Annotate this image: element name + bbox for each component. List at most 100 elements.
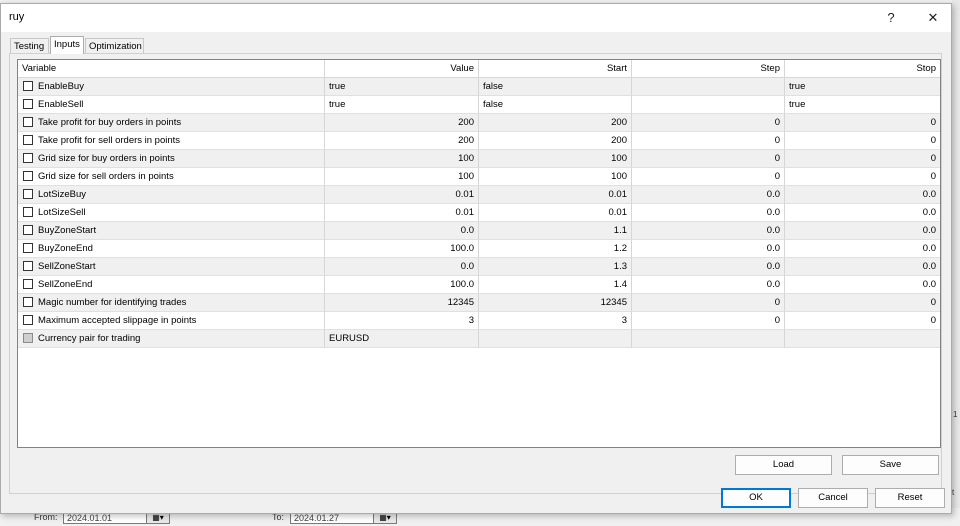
- cell-stop[interactable]: 0: [785, 150, 940, 168]
- cell-value[interactable]: 0.01: [325, 204, 479, 222]
- column-header-start[interactable]: Start: [479, 60, 632, 78]
- table-row[interactable]: Maximum accepted slippage in points 3 3 0 0: [18, 312, 940, 330]
- cell-stop[interactable]: 0.0: [785, 222, 940, 240]
- cell-value[interactable]: 3: [325, 312, 479, 330]
- row-checkbox[interactable]: [23, 171, 33, 181]
- cell-start[interactable]: 0.01: [479, 204, 632, 222]
- row-checkbox[interactable]: [23, 117, 33, 127]
- table-row[interactable]: EnableBuy true false true: [18, 78, 940, 96]
- row-checkbox[interactable]: [23, 81, 33, 91]
- cell-step[interactable]: 0.0: [632, 222, 785, 240]
- cell-step[interactable]: 0.0: [632, 258, 785, 276]
- cell-start[interactable]: 200: [479, 132, 632, 150]
- cell-value[interactable]: 100.0: [325, 240, 479, 258]
- table-row[interactable]: EnableSell true false true: [18, 96, 940, 114]
- table-row[interactable]: Magic number for identifying trades 12345…: [18, 294, 940, 312]
- cell-step[interactable]: 0.0: [632, 240, 785, 258]
- cell-variable[interactable]: SellZoneStart: [18, 258, 325, 276]
- row-checkbox[interactable]: [23, 243, 33, 253]
- cell-stop[interactable]: 0.0: [785, 240, 940, 258]
- cell-stop[interactable]: true: [785, 96, 940, 114]
- cell-variable[interactable]: LotSizeBuy: [18, 186, 325, 204]
- tab-optimization[interactable]: Optimization: [85, 38, 144, 53]
- cell-variable[interactable]: EnableBuy: [18, 78, 325, 96]
- cell-start[interactable]: 200: [479, 114, 632, 132]
- cell-step[interactable]: [632, 78, 785, 96]
- cell-step[interactable]: 0: [632, 168, 785, 186]
- cell-start[interactable]: false: [479, 78, 632, 96]
- cell-stop[interactable]: 0: [785, 294, 940, 312]
- cell-step[interactable]: 0: [632, 294, 785, 312]
- column-header-step[interactable]: Step: [632, 60, 785, 78]
- cell-variable[interactable]: Maximum accepted slippage in points: [18, 312, 325, 330]
- row-checkbox[interactable]: [23, 135, 33, 145]
- cell-step[interactable]: 0: [632, 150, 785, 168]
- cell-variable[interactable]: EnableSell: [18, 96, 325, 114]
- ok-button[interactable]: OK: [721, 488, 791, 508]
- cell-start[interactable]: 0.01: [479, 186, 632, 204]
- cell-stop[interactable]: 0: [785, 132, 940, 150]
- row-checkbox[interactable]: [23, 297, 33, 307]
- cell-variable[interactable]: BuyZoneEnd: [18, 240, 325, 258]
- cell-value[interactable]: EURUSD: [325, 330, 479, 348]
- reset-button[interactable]: Reset: [875, 488, 945, 508]
- cell-variable[interactable]: Take profit for buy orders in points: [18, 114, 325, 132]
- cell-variable[interactable]: SellZoneEnd: [18, 276, 325, 294]
- table-row[interactable]: SellZoneEnd 100.0 1.4 0.0 0.0: [18, 276, 940, 294]
- cell-value[interactable]: 0.01: [325, 186, 479, 204]
- table-row[interactable]: BuyZoneEnd 100.0 1.2 0.0 0.0: [18, 240, 940, 258]
- cell-step[interactable]: 0: [632, 312, 785, 330]
- table-row[interactable]: BuyZoneStart 0.0 1.1 0.0 0.0: [18, 222, 940, 240]
- cell-variable[interactable]: BuyZoneStart: [18, 222, 325, 240]
- column-header-stop[interactable]: Stop: [785, 60, 940, 78]
- row-checkbox[interactable]: [23, 189, 33, 199]
- cell-stop[interactable]: 0.0: [785, 276, 940, 294]
- cell-step[interactable]: 0: [632, 114, 785, 132]
- column-header-value[interactable]: Value: [325, 60, 479, 78]
- cell-stop[interactable]: 0.0: [785, 186, 940, 204]
- inputs-grid[interactable]: Variable Value Start Step Stop EnableBuy…: [17, 59, 941, 448]
- cell-stop[interactable]: 0.0: [785, 258, 940, 276]
- cell-variable[interactable]: Grid size for buy orders in points: [18, 150, 325, 168]
- cell-variable[interactable]: Take profit for sell orders in points: [18, 132, 325, 150]
- cell-variable[interactable]: LotSizeSell: [18, 204, 325, 222]
- cancel-button[interactable]: Cancel: [798, 488, 868, 508]
- cell-stop[interactable]: 0: [785, 168, 940, 186]
- cell-start[interactable]: 1.1: [479, 222, 632, 240]
- table-row[interactable]: LotSizeSell 0.01 0.01 0.0 0.0: [18, 204, 940, 222]
- column-header-variable[interactable]: Variable: [18, 60, 325, 78]
- table-row[interactable]: LotSizeBuy 0.01 0.01 0.0 0.0: [18, 186, 940, 204]
- cell-start[interactable]: 1.2: [479, 240, 632, 258]
- cell-stop[interactable]: [785, 330, 940, 348]
- cell-start[interactable]: 100: [479, 168, 632, 186]
- cell-variable[interactable]: Magic number for identifying trades: [18, 294, 325, 312]
- cell-step[interactable]: 0: [632, 132, 785, 150]
- table-row[interactable]: Take profit for buy orders in points 200 2…: [18, 114, 940, 132]
- cell-value[interactable]: true: [325, 96, 479, 114]
- cell-start[interactable]: 1.4: [479, 276, 632, 294]
- cell-variable[interactable]: Grid size for sell orders in points: [18, 168, 325, 186]
- cell-start[interactable]: 100: [479, 150, 632, 168]
- cell-variable[interactable]: Currency pair for trading: [18, 330, 325, 348]
- cell-step[interactable]: 0.0: [632, 204, 785, 222]
- cell-value[interactable]: 100: [325, 150, 479, 168]
- row-checkbox[interactable]: [23, 99, 33, 109]
- row-checkbox[interactable]: [23, 315, 33, 325]
- cell-start[interactable]: 3: [479, 312, 632, 330]
- cell-stop[interactable]: true: [785, 78, 940, 96]
- table-row[interactable]: Currency pair for trading EURUSD: [18, 330, 940, 348]
- tab-testing[interactable]: Testing: [10, 38, 49, 53]
- cell-stop[interactable]: 0: [785, 114, 940, 132]
- cell-value[interactable]: 100: [325, 168, 479, 186]
- cell-step[interactable]: 0.0: [632, 276, 785, 294]
- row-checkbox[interactable]: [23, 261, 33, 271]
- cell-step[interactable]: [632, 330, 785, 348]
- row-checkbox[interactable]: [23, 153, 33, 163]
- cell-value[interactable]: 200: [325, 132, 479, 150]
- cell-value[interactable]: true: [325, 78, 479, 96]
- table-row[interactable]: Take profit for sell orders in points 200…: [18, 132, 940, 150]
- cell-step[interactable]: [632, 96, 785, 114]
- row-checkbox[interactable]: [23, 207, 33, 217]
- cell-value[interactable]: 0.0: [325, 222, 479, 240]
- row-checkbox[interactable]: [23, 279, 33, 289]
